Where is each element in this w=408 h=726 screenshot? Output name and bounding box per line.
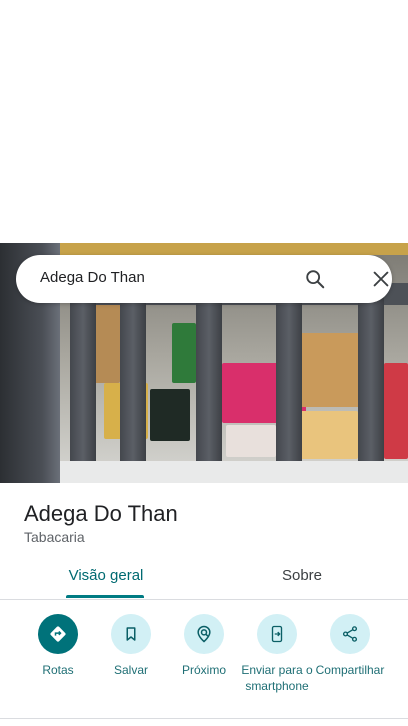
photo-gate-bar [358, 283, 384, 483]
photo-gate-bar [120, 283, 146, 483]
photo-product [384, 363, 408, 459]
search-icon[interactable] [304, 268, 326, 290]
photo-product [150, 389, 190, 441]
tab-about[interactable]: Sobre [262, 567, 342, 584]
search-query[interactable]: Adega Do Than [40, 269, 145, 286]
photo-gate-bar [196, 283, 222, 483]
active-tab-indicator [66, 595, 144, 598]
nearby-button[interactable]: Próximo [166, 614, 242, 678]
save-label: Salvar [113, 663, 148, 677]
photo-product [300, 333, 366, 407]
place-title: Adega Do Than [24, 501, 178, 526]
photo-product [298, 411, 358, 459]
tab-overview[interactable]: Visão geral [66, 567, 146, 584]
tabs-divider [0, 599, 408, 600]
send-to-phone-button[interactable]: Enviar para o smartphone [239, 614, 315, 694]
close-icon[interactable] [370, 268, 392, 290]
nearby-icon [184, 614, 224, 654]
send-to-phone-label: Enviar para o smartphone [241, 663, 313, 693]
bookmark-icon [111, 614, 151, 654]
share-icon [330, 614, 370, 654]
photo-product [226, 425, 276, 457]
section-divider [0, 718, 408, 719]
place-category: Tabacaria [24, 529, 85, 545]
directions-label: Rotas [42, 663, 74, 677]
search-bar[interactable]: Adega Do Than [16, 255, 392, 303]
send-to-phone-icon [257, 614, 297, 654]
map-area-blank [0, 0, 408, 243]
photo-counter [60, 461, 408, 483]
photo-gate-bar [276, 283, 302, 483]
directions-button[interactable]: Rotas [20, 614, 96, 678]
share-button[interactable]: Compartilhar [312, 614, 388, 678]
nearby-label: Próximo [181, 663, 226, 677]
photo-gate-bar [70, 283, 96, 483]
photo-product [172, 323, 196, 383]
save-button[interactable]: Salvar [93, 614, 169, 678]
directions-icon [38, 614, 78, 654]
share-label: Compartilhar [315, 663, 385, 677]
photo-shelf-top [60, 243, 408, 255]
